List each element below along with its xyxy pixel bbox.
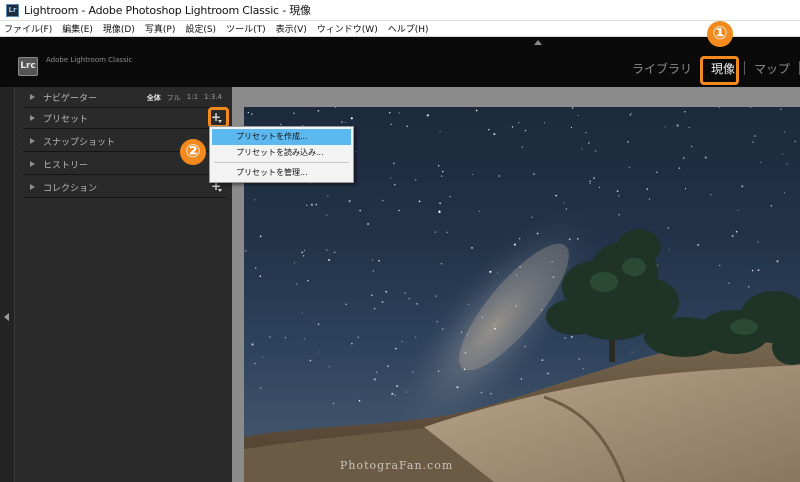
disclosure-triangle-icon: [30, 94, 35, 100]
collapse-left-panel-icon[interactable]: [4, 313, 9, 321]
menu-edit[interactable]: 編集(E): [62, 22, 93, 35]
develop-highlight-box: [700, 56, 739, 85]
lightroom-app-icon: Lr: [6, 3, 19, 17]
module-header: Lrc Adobe Lightroom Classic ライブラリ 現像 マップ: [0, 37, 800, 87]
menu-window[interactable]: ウィンドウ(W): [317, 22, 378, 35]
menu-photo[interactable]: 写真(P): [145, 22, 175, 35]
product-name: Adobe Lightroom Classic: [46, 56, 133, 64]
menu-develop[interactable]: 現像(D): [103, 22, 135, 35]
collections-section[interactable]: コレクション +: [23, 177, 226, 198]
disclosure-triangle-icon: [30, 115, 35, 121]
navigator-label: ナビゲーター: [43, 93, 98, 104]
module-library[interactable]: ライブラリ: [623, 60, 701, 77]
left-panel-edge[interactable]: [0, 87, 14, 482]
menu-file[interactable]: ファイル(F): [4, 22, 52, 35]
presets-section[interactable]: プリセット +: [23, 108, 226, 129]
zoom-fit[interactable]: 全体: [147, 93, 161, 103]
collapse-top-panel-icon[interactable]: [534, 40, 542, 45]
menu-separator: [214, 162, 349, 163]
window-titlebar: Lr Lightroom - Adobe Photoshop Lightroom…: [0, 0, 800, 21]
collections-label: コレクション: [43, 183, 98, 194]
manage-presets-item[interactable]: プリセットを管理...: [212, 165, 351, 181]
disclosure-triangle-icon: [30, 184, 35, 190]
step-2-badge: ②: [180, 139, 206, 165]
history-label: ヒストリー: [43, 160, 89, 171]
zoom-1-1[interactable]: 1:1: [187, 93, 198, 103]
menu-help[interactable]: ヘルプ(H): [388, 22, 429, 35]
navigator-zoom-options: 全体 フル 1:1 1:3.4: [147, 93, 222, 103]
preset-context-menu: プリセットを作成... プリセットを読み込み... プリセットを管理...: [209, 126, 354, 183]
snapshots-label: スナップショット: [43, 137, 116, 148]
create-preset-item[interactable]: プリセットを作成...: [212, 129, 351, 145]
import-presets-item[interactable]: プリセットを読み込み...: [212, 145, 351, 161]
dropdown-arrow-icon: [218, 189, 222, 192]
zoom-fill[interactable]: フル: [167, 93, 181, 103]
module-map[interactable]: マップ: [745, 60, 799, 77]
watermark: PhotograFan.com: [340, 459, 454, 472]
menu-view[interactable]: 表示(V): [276, 22, 307, 35]
menu-settings[interactable]: 設定(S): [185, 22, 216, 35]
window-title: Lightroom - Adobe Photoshop Lightroom Cl…: [24, 4, 311, 17]
menu-tools[interactable]: ツール(T): [226, 22, 266, 35]
add-preset-highlight-box: [208, 107, 229, 128]
lrc-logo: Lrc: [18, 57, 38, 76]
presets-label: プリセット: [43, 114, 89, 125]
zoom-custom[interactable]: 1:3.4: [204, 93, 222, 103]
disclosure-triangle-icon: [30, 138, 35, 144]
step-1-badge: ①: [707, 21, 733, 47]
disclosure-triangle-icon: [30, 161, 35, 167]
navigator-section[interactable]: ナビゲーター 全体 フル 1:1 1:3.4: [23, 87, 226, 108]
menu-bar: ファイル(F) 編集(E) 現像(D) 写真(P) 設定(S) ツール(T) 表…: [0, 21, 800, 37]
